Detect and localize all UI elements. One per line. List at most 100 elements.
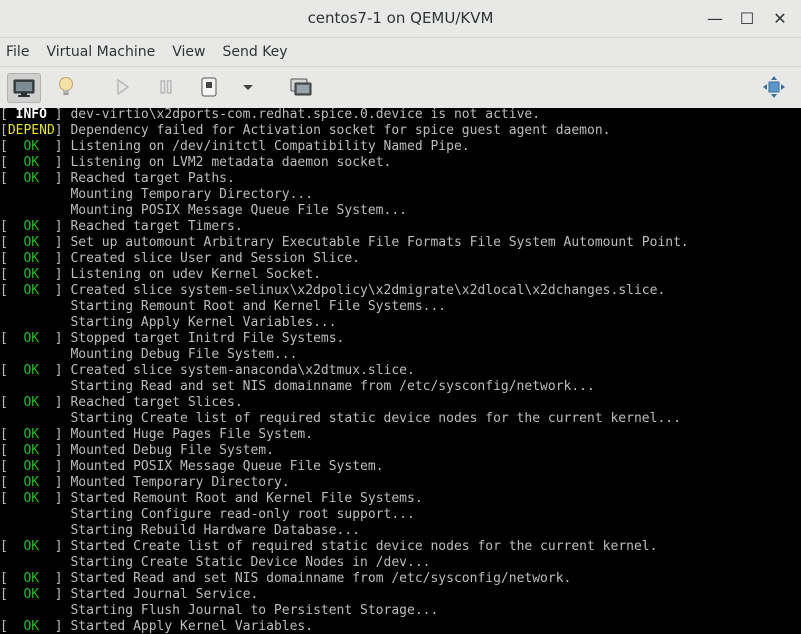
lightbulb-icon bbox=[59, 77, 73, 95]
console-message: Starting Remount Root and Kernel File Sy… bbox=[0, 299, 447, 314]
status-bracket-close: ] bbox=[39, 267, 71, 282]
vm-console-display[interactable]: [ INFO ] dev-virtio\x2dports-com.redhat.… bbox=[0, 108, 801, 634]
snapshots-button[interactable] bbox=[285, 73, 317, 101]
status-bracket-open: [ bbox=[0, 395, 24, 410]
pause-button[interactable] bbox=[150, 73, 182, 101]
fullscreen-icon bbox=[763, 76, 785, 98]
maximize-button[interactable]: ☐ bbox=[737, 9, 757, 29]
console-line: [ OK ] Stopped target Initrd File System… bbox=[0, 331, 344, 347]
run-button[interactable] bbox=[106, 73, 138, 101]
console-line: [ OK ] Started Remount Root and Kernel F… bbox=[0, 491, 423, 507]
status-bracket-open: [ bbox=[0, 267, 24, 282]
console-line: Mounting Debug File System... bbox=[0, 347, 297, 363]
status-label: OK bbox=[23, 171, 40, 186]
status-bracket-open: [ bbox=[0, 123, 8, 138]
console-line: [ OK ] Started Journal Service. bbox=[0, 587, 258, 603]
status-label: OK bbox=[23, 443, 40, 458]
console-message: Mounted Huge Pages File System. bbox=[70, 427, 314, 442]
console-message: Starting Rebuild Hardware Database... bbox=[0, 523, 361, 538]
console-line: [DEPEND] Dependency failed for Activatio… bbox=[0, 123, 611, 139]
status-bracket-open: [ bbox=[0, 459, 24, 474]
play-icon bbox=[117, 78, 130, 96]
shutdown-button[interactable] bbox=[193, 73, 225, 101]
console-line: [ OK ] Listening on LVM2 metadata daemon… bbox=[0, 155, 391, 171]
close-button[interactable]: ✕ bbox=[770, 9, 790, 29]
status-bracket-close: ] bbox=[39, 283, 71, 298]
status-label: OK bbox=[23, 475, 40, 490]
status-label: OK bbox=[23, 139, 40, 154]
console-line: [ OK ] Created slice system-selinux\x2dp… bbox=[0, 283, 665, 299]
status-bracket-close: ] bbox=[39, 491, 71, 506]
console-message: Started Journal Service. bbox=[70, 587, 259, 602]
status-bracket-open: [ bbox=[0, 587, 24, 602]
vm-window: centos7-1 on QEMU/KVM — ☐ ✕ File Virtual… bbox=[0, 0, 801, 634]
status-label: OK bbox=[23, 571, 40, 586]
pause-icon bbox=[160, 80, 172, 94]
fullscreen-button[interactable] bbox=[758, 73, 790, 101]
console-line: [ OK ] Mounted Debug File System. bbox=[0, 443, 274, 459]
console-line: Starting Remount Root and Kernel File Sy… bbox=[0, 299, 446, 315]
console-line: [ OK ] Mounted Temporary Directory. bbox=[0, 475, 290, 491]
status-bracket-open: [ bbox=[0, 155, 24, 170]
chevron-down-icon bbox=[243, 85, 253, 90]
status-bracket-close: ] bbox=[46, 108, 71, 122]
shutdown-menu-button[interactable] bbox=[232, 73, 264, 101]
status-bracket-close: ] bbox=[39, 475, 71, 490]
status-label: OK bbox=[23, 539, 40, 554]
console-line: Starting Create list of required static … bbox=[0, 411, 681, 427]
console-line: [ OK ] Started Read and set NIS domainna… bbox=[0, 571, 571, 587]
status-label: OK bbox=[23, 267, 40, 282]
console-message: dev-virtio\x2dports-com.redhat.spice.0.d… bbox=[70, 108, 541, 122]
console-line: Mounting POSIX Message Queue File System… bbox=[0, 203, 407, 219]
status-bracket-open: [ bbox=[0, 235, 24, 250]
console-message: Started Read and set NIS domainname from… bbox=[70, 571, 572, 586]
status-bracket-open: [ bbox=[0, 139, 24, 154]
menu-file[interactable]: File bbox=[6, 41, 29, 63]
details-view-button[interactable] bbox=[50, 73, 82, 101]
status-bracket-close: ] bbox=[39, 443, 71, 458]
console-line: Starting Read and set NIS domainname fro… bbox=[0, 379, 594, 395]
status-bracket-close: ] bbox=[39, 395, 71, 410]
status-label: OK bbox=[23, 619, 40, 634]
console-line: [ OK ] Mounted Huge Pages File System. bbox=[0, 427, 313, 443]
status-bracket-open: [ bbox=[0, 283, 24, 298]
console-message: Mounting Temporary Directory... bbox=[0, 187, 314, 202]
status-bracket-open: [ bbox=[0, 331, 24, 346]
title-bar[interactable]: centos7-1 on QEMU/KVM — ☐ ✕ bbox=[0, 0, 801, 38]
console-message: Listening on LVM2 metadata daemon socket… bbox=[70, 155, 392, 170]
snapshot-icon bbox=[290, 78, 312, 96]
console-message: Reached target Slices. bbox=[70, 395, 243, 410]
status-bracket-open: [ bbox=[0, 108, 16, 122]
console-line: [ OK ] Listening on udev Kernel Socket. bbox=[0, 267, 321, 283]
status-label: OK bbox=[23, 155, 40, 170]
console-message: Started Remount Root and Kernel File Sys… bbox=[70, 491, 423, 506]
power-icon bbox=[201, 77, 217, 97]
status-bracket-close: ] bbox=[39, 235, 71, 250]
status-bracket-close: ] bbox=[39, 155, 71, 170]
console-message: Listening on udev Kernel Socket. bbox=[70, 267, 321, 282]
status-bracket-open: [ bbox=[0, 427, 24, 442]
console-line: [ OK ] Created slice User and Session Sl… bbox=[0, 251, 360, 267]
toolbar bbox=[0, 67, 801, 109]
console-line: [ OK ] Listening on /dev/initctl Compati… bbox=[0, 139, 470, 155]
status-bracket-open: [ bbox=[0, 251, 24, 266]
status-label: OK bbox=[23, 427, 40, 442]
menu-virtual-machine[interactable]: Virtual Machine bbox=[46, 41, 155, 63]
console-line: [ OK ] Reached target Timers. bbox=[0, 219, 243, 235]
status-bracket-close: ] bbox=[39, 219, 71, 234]
status-label: OK bbox=[23, 395, 40, 410]
console-message: Starting Create list of required static … bbox=[0, 411, 681, 426]
status-bracket-close: ] bbox=[39, 363, 71, 378]
console-message: Stopped target Initrd File Systems. bbox=[70, 331, 345, 346]
menu-view[interactable]: View bbox=[172, 41, 205, 63]
status-bracket-close: ] bbox=[39, 171, 71, 186]
status-bracket-close: ] bbox=[39, 459, 71, 474]
console-message: Reached target Timers. bbox=[70, 219, 243, 234]
minimize-button[interactable]: — bbox=[705, 9, 725, 29]
console-view-button[interactable] bbox=[7, 73, 41, 103]
menu-send-key[interactable]: Send Key bbox=[222, 41, 287, 63]
console-line: Mounting Temporary Directory... bbox=[0, 187, 313, 203]
status-bracket-open: [ bbox=[0, 363, 24, 378]
console-line: [ OK ] Started Apply Kernel Variables. bbox=[0, 619, 313, 634]
console-message: Reached target Paths. bbox=[70, 171, 235, 186]
